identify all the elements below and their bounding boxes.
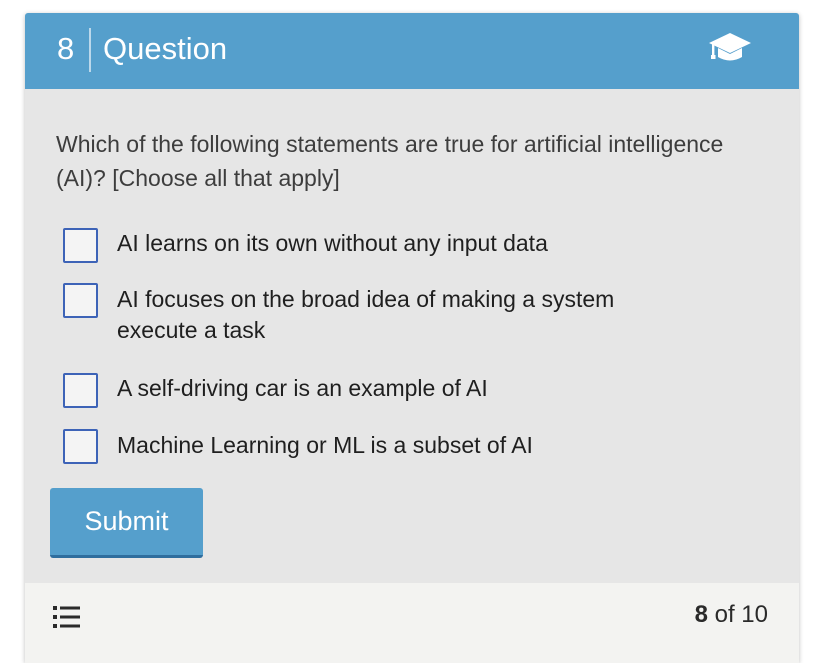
option-2-checkbox[interactable] [63, 283, 98, 318]
question-progress: 8 of 10 [695, 599, 768, 631]
question-header: 8 Question [25, 13, 799, 89]
question-number: 8 [57, 31, 75, 66]
question-footer: 8 of 10 [25, 583, 799, 663]
option-3-checkbox[interactable] [63, 373, 98, 408]
graduation-cap-icon [709, 33, 751, 61]
submit-button[interactable]: Submit [50, 488, 203, 558]
question-prompt: Which of the following statements are tr… [56, 131, 724, 191]
option-1-checkbox[interactable] [63, 228, 98, 263]
question-title: Question [103, 31, 228, 66]
option-3-label[interactable]: A self-driving car is an example of AI [117, 373, 717, 404]
list-icon[interactable] [53, 605, 81, 629]
option-4-checkbox[interactable] [63, 429, 98, 464]
progress-current: 8 [694, 601, 708, 628]
option-4-label[interactable]: Machine Learning or ML is a subset of AI [117, 430, 717, 461]
progress-total: of 10 [714, 601, 768, 628]
question-card: 8 Question Which of the following statem… [25, 13, 799, 663]
header-divider [89, 28, 91, 72]
option-2-label[interactable]: AI focuses on the broad idea of making a… [117, 284, 677, 346]
option-1-label[interactable]: AI learns on its own without any input d… [117, 228, 717, 259]
